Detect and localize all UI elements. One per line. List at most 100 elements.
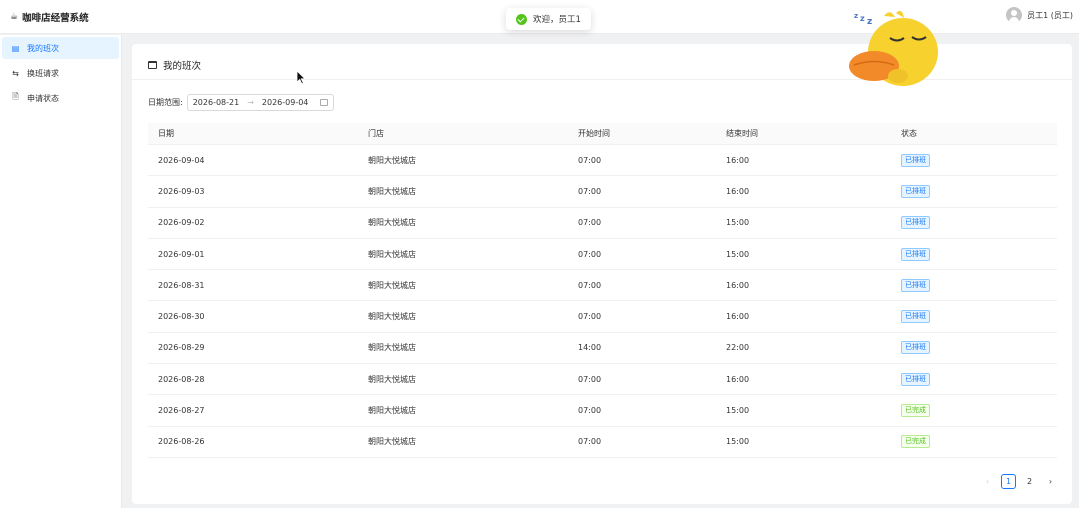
svg-text:z: z [854, 12, 858, 20]
pagination: ‹ 1 2 › [980, 474, 1058, 489]
date-range-picker[interactable]: 2026-08-21 → 2026-09-04 [186, 94, 334, 111]
sidebar-item-label: 我的班次 [27, 43, 59, 53]
status-badge: 已排班 [901, 247, 930, 261]
cell-store: 朝阳大悦城店 [368, 374, 416, 384]
cell-start-time: 07:00 [578, 374, 602, 384]
cell-end-time: 15:00 [726, 437, 750, 447]
cell-status: 已排班 [891, 184, 1057, 198]
cell-end-time: 16:00 [726, 374, 750, 384]
table-body: 2026-09-04 朝阳大悦城店 07:00 16:00 已排班 2026-09-03 朝… [148, 145, 1057, 458]
cell-status: 已排班 [891, 216, 1057, 230]
cell-store: 朝阳大悦城店 [368, 312, 416, 322]
column-header-start-time: 开始时间 [578, 129, 610, 138]
calendar-icon[interactable] [319, 99, 328, 106]
cell-start-time: 07:00 [578, 186, 602, 196]
status-badge: 已排班 [901, 310, 930, 324]
cell-status: 已完成 [891, 435, 1057, 449]
coffee-icon: ☕ [10, 12, 19, 22]
cell-date: 2026-09-01 [158, 249, 205, 259]
cell-end-time: 16:00 [726, 186, 750, 196]
sidebar-item-swap-requests[interactable]: ⇆ 换班请求 [2, 62, 119, 84]
status-badge: 已完成 [901, 404, 930, 418]
cell-start-time: 07:00 [578, 218, 602, 228]
cell-start-time: 14:00 [578, 343, 602, 353]
toast-message: 欢迎，员工1 [533, 15, 581, 25]
mouse-cursor-icon [296, 70, 306, 85]
page-title: 我的班次 [148, 58, 201, 72]
cell-start-time: 07:00 [578, 155, 602, 165]
arrow-right-icon: → [247, 98, 254, 107]
date-range-end[interactable]: 2026-09-04 [262, 98, 309, 107]
cell-status: 已排班 [891, 247, 1057, 261]
calendar-icon [148, 61, 157, 69]
column-header-end-time: 结束时间 [726, 129, 758, 138]
cell-status: 已排班 [891, 278, 1057, 292]
sidebar-item-label: 换班请求 [27, 68, 59, 78]
cell-date: 2026-08-31 [158, 280, 205, 290]
cell-status: 已排班 [891, 310, 1057, 324]
sidebar-item-my-shifts[interactable]: ▤ 我的班次 [2, 37, 119, 59]
cell-store: 朝阳大悦城店 [368, 186, 416, 196]
status-badge: 已排班 [901, 184, 930, 198]
table-row: 2026-09-03 朝阳大悦城店 07:00 16:00 已排班 [148, 176, 1057, 208]
column-header-store: 门店 [368, 129, 384, 138]
cell-start-time: 07:00 [578, 249, 602, 259]
cell-date: 2026-08-28 [158, 374, 205, 384]
date-filter: 日期范围: 2026-08-21 → 2026-09-04 [148, 94, 334, 111]
cell-status: 已排班 [891, 372, 1057, 386]
table-row: 2026-09-02 朝阳大悦城店 07:00 15:00 已排班 [148, 208, 1057, 239]
cell-date: 2026-08-30 [158, 312, 205, 322]
status-badge: 已排班 [901, 372, 930, 386]
cell-end-time: 22:00 [726, 343, 750, 353]
cell-store: 朝阳大悦城店 [368, 406, 416, 416]
status-badge: 已排班 [901, 278, 930, 292]
file-icon: 🗎 [12, 92, 19, 101]
table-header: 日期 门店 开始时间 结束时间 状态 [148, 123, 1057, 145]
table-row: 2026-08-29 朝阳大悦城店 14:00 22:00 已排班 [148, 333, 1057, 365]
cell-end-time: 16:00 [726, 155, 750, 165]
date-range-start[interactable]: 2026-08-21 [193, 98, 240, 107]
cell-end-time: 16:00 [726, 312, 750, 322]
table-row: 2026-08-28 朝阳大悦城店 07:00 16:00 已排班 [148, 364, 1057, 396]
sidebar-item-label: 申请状态 [27, 93, 59, 103]
page-1-button[interactable]: 1 [1001, 474, 1016, 489]
cell-end-time: 16:00 [726, 280, 750, 290]
table-row: 2026-08-27 朝阳大悦城店 07:00 15:00 已完成 [148, 395, 1057, 427]
page-2-button[interactable]: 2 [1022, 474, 1037, 489]
check-circle-icon [516, 13, 527, 25]
avatar-icon[interactable] [1006, 7, 1023, 23]
sidebar-item-application-status[interactable]: 🗎 申请状态 [2, 87, 119, 109]
cell-start-time: 07:00 [578, 312, 602, 322]
next-page-button[interactable]: › [1043, 474, 1058, 489]
cell-end-time: 15:00 [726, 406, 750, 416]
cell-store: 朝阳大悦城店 [368, 437, 416, 447]
status-badge: 已排班 [901, 341, 930, 355]
column-header-status: 状态 [901, 129, 917, 138]
cell-store: 朝阳大悦城店 [368, 218, 416, 228]
brand-title: 咖啡店经营系统 [22, 13, 89, 24]
swap-icon: ⇆ [12, 68, 19, 78]
cell-start-time: 07:00 [578, 406, 602, 416]
shifts-table: 日期 门店 开始时间 结束时间 状态 2026-09-04 朝阳大悦城店 07:00… [148, 123, 1057, 458]
svg-text:z: z [860, 14, 865, 23]
table-row: 2026-08-30 朝阳大悦城店 07:00 16:00 已排班 [148, 301, 1057, 333]
cell-start-time: 07:00 [578, 280, 602, 290]
cell-date: 2026-08-29 [158, 343, 205, 353]
cell-date: 2026-09-02 [158, 218, 205, 228]
table-row: 2026-09-04 朝阳大悦城店 07:00 16:00 已排班 [148, 145, 1057, 177]
user-menu[interactable]: 员工1 (员工) [1006, 7, 1073, 23]
sleepy-duck-sticker: z z z [849, 10, 938, 86]
date-range-label: 日期范围: [148, 98, 183, 107]
cell-end-time: 15:00 [726, 249, 750, 259]
cell-status: 已完成 [891, 404, 1057, 418]
calendar-icon: ▤ [11, 43, 20, 53]
cell-store: 朝阳大悦城店 [368, 280, 416, 290]
status-badge: 已排班 [901, 153, 930, 167]
prev-page-button[interactable]: ‹ [980, 474, 995, 489]
cell-start-time: 07:00 [578, 437, 602, 447]
status-badge: 已完成 [901, 435, 930, 449]
cell-status: 已排班 [891, 341, 1057, 355]
cell-date: 2026-09-04 [158, 155, 205, 165]
user-name[interactable]: 员工1 (员工) [1027, 10, 1073, 21]
cell-end-time: 15:00 [726, 218, 750, 228]
